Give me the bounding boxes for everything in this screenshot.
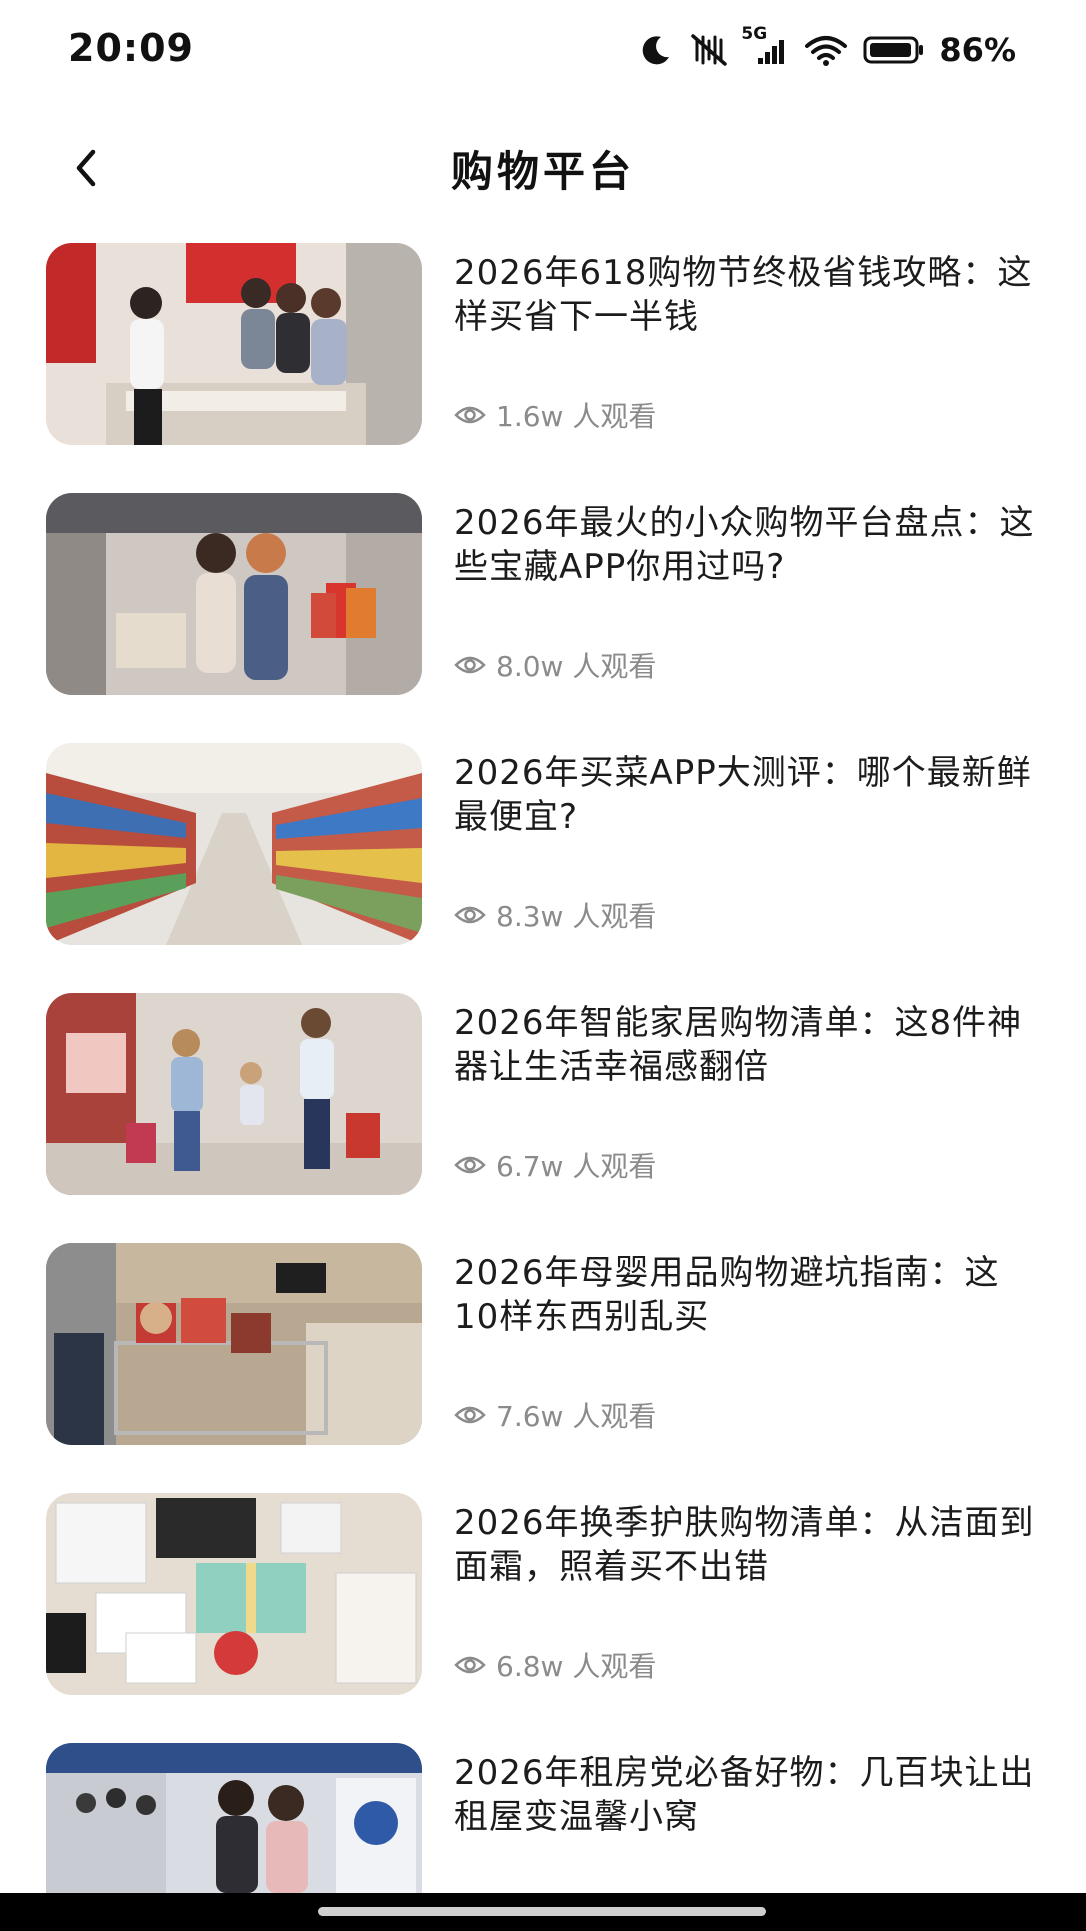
view-count-text: 7.6w 人观看 [496, 1400, 657, 1433]
view-count: 8.0w 人观看 [454, 648, 657, 683]
eye-icon [454, 406, 486, 424]
article-thumbnail [46, 743, 422, 945]
battery-icon [863, 33, 925, 67]
article-title: 2026年最火的小众购物平台盘点：这些宝藏APP你用过吗? [454, 503, 1035, 587]
article-thumbnail [46, 1493, 422, 1695]
article-thumbnail [46, 1743, 422, 1893]
header: 购物平台 [0, 120, 1086, 215]
article-item[interactable]: 2026年最火的小众购物平台盘点：这些宝藏APP你用过吗? 8.0w 人观看 [46, 493, 1046, 698]
article-thumbnail [46, 243, 422, 445]
status-time: 20:09 [68, 26, 194, 70]
view-count-text: 6.7w 人观看 [496, 1150, 657, 1183]
view-count: 1.6w 人观看 [454, 398, 657, 433]
signal-icon: 5G [741, 24, 789, 68]
article-title: 2026年买菜APP大测评：哪个最新鲜最便宜? [454, 753, 1032, 837]
page-title: 购物平台 [450, 147, 635, 196]
view-count: 8.3w 人观看 [454, 898, 657, 933]
article-title: 2026年母婴用品购物避坑指南：这10样东西别乱买 [454, 1253, 1000, 1337]
article-item[interactable]: 2026年智能家居购物清单：这8件神器让生活幸福感翻倍 6.7w 人观看 [46, 993, 1046, 1198]
article-title: 2026年换季护肤购物清单：从洁面到面霜，照着买不出错 [454, 1503, 1035, 1587]
wifi-icon [803, 32, 849, 68]
view-count: 6.7w 人观看 [454, 1148, 657, 1183]
status-icons: 5G 86% [639, 24, 1016, 72]
eye-icon [454, 656, 486, 674]
article-item[interactable]: 2026年618购物节终极省钱攻略：这样买省下一半钱 1.6w 人观看 [46, 243, 1046, 448]
navigation-bar [0, 1893, 1086, 1931]
status-bar: 20:09 5G 86% [0, 0, 1086, 100]
article-thumbnail [46, 493, 422, 695]
view-count-text: 8.0w 人观看 [496, 650, 657, 683]
view-count-text: 8.3w 人观看 [496, 900, 657, 933]
view-count: 6.8w 人观看 [454, 1648, 657, 1683]
eye-icon [454, 906, 486, 924]
article-title: 2026年租房党必备好物：几百块让出租屋变温馨小窝 [454, 1753, 1035, 1837]
view-count-text: 1.6w 人观看 [496, 400, 657, 433]
network-label: 5G [741, 24, 768, 44]
article-item[interactable]: 2026年换季护肤购物清单：从洁面到面霜，照着买不出错 6.8w 人观看 [46, 1493, 1046, 1698]
view-count-text: 6.8w 人观看 [496, 1650, 657, 1683]
article-thumbnail [46, 993, 422, 1195]
battery-percent: 86% [939, 31, 1016, 69]
moon-icon [639, 33, 673, 67]
home-indicator[interactable] [318, 1907, 766, 1916]
article-title: 2026年智能家居购物清单：这8件神器让生活幸福感翻倍 [454, 1003, 1023, 1087]
article-title: 2026年618购物节终极省钱攻略：这样买省下一半钱 [454, 253, 1033, 337]
eye-icon [454, 1406, 486, 1424]
screen: 20:09 5G 86% 购物平台 2026年618购物节终极省钱攻略：这样买省… [0, 0, 1086, 1931]
eye-icon [454, 1156, 486, 1174]
article-thumbnail [46, 1243, 422, 1445]
silent-icon [687, 32, 731, 68]
view-count: 7.6w 人观看 [454, 1398, 657, 1433]
article-item[interactable]: 2026年母婴用品购物避坑指南：这10样东西别乱买 7.6w 人观看 [46, 1243, 1046, 1448]
eye-icon [454, 1656, 486, 1674]
article-item[interactable]: 2026年买菜APP大测评：哪个最新鲜最便宜? 8.3w 人观看 [46, 743, 1046, 948]
